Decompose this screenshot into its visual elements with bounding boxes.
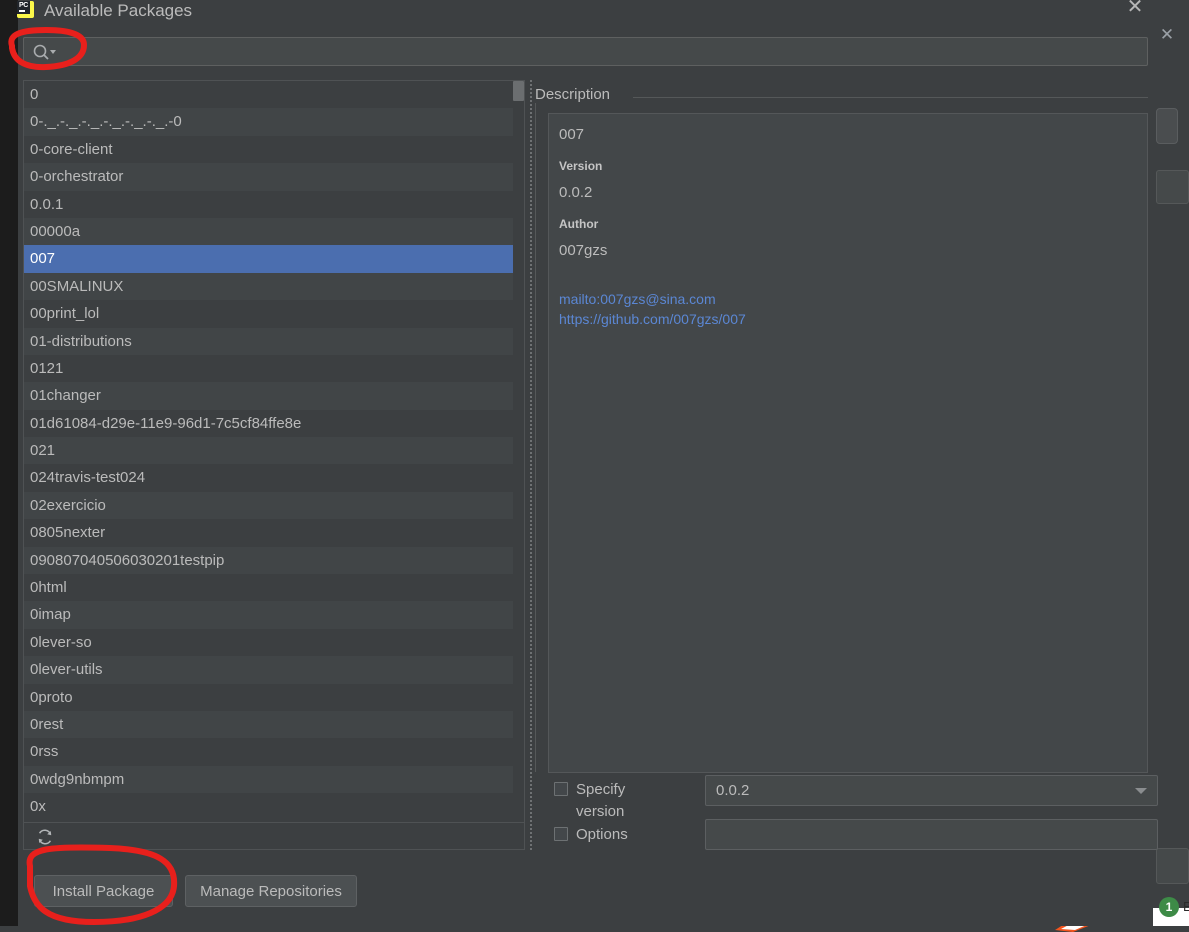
search-input[interactable] bbox=[60, 38, 1140, 65]
package-list-item[interactable]: 02exercicio bbox=[24, 492, 524, 519]
specify-version-label: Specify version bbox=[576, 779, 625, 823]
package-list-item[interactable]: 0html bbox=[24, 574, 524, 601]
package-list-item[interactable]: 0-core-client bbox=[24, 136, 524, 163]
dialog-titlebar: PC Available Packages ✕ bbox=[18, 0, 1153, 26]
package-list-item[interactable]: 0imap bbox=[24, 601, 524, 628]
splitter-grip bbox=[530, 80, 532, 850]
description-legend: Description bbox=[535, 86, 618, 103]
description-pane: Description 007 Version 0.0.2 Author 007… bbox=[535, 80, 1148, 772]
pane-splitter[interactable] bbox=[527, 80, 535, 850]
options-input[interactable] bbox=[705, 819, 1158, 850]
pycharm-icon-label: PC bbox=[17, 1, 30, 14]
status-bar-letter: E bbox=[1183, 899, 1189, 914]
desktop-left-strip bbox=[0, 0, 18, 926]
options-label: Options bbox=[576, 824, 628, 846]
specify-version-checkbox[interactable] bbox=[554, 782, 568, 796]
description-version-value: 0.0.2 bbox=[559, 184, 1137, 201]
refresh-icon[interactable] bbox=[36, 828, 54, 846]
background-panel-lower bbox=[1156, 848, 1189, 884]
description-author-value: 007gzs bbox=[559, 242, 1137, 259]
package-list-item[interactable]: 0rss bbox=[24, 738, 524, 765]
package-list-toolbar bbox=[23, 822, 525, 850]
package-list-item[interactable]: 01changer bbox=[24, 382, 524, 409]
description-version-label: Version bbox=[559, 159, 1137, 173]
package-list-item[interactable]: 0.0.1 bbox=[24, 191, 524, 218]
manage-repositories-button[interactable]: Manage Repositories bbox=[185, 875, 357, 907]
package-list-item[interactable]: 0wdg9nbmpm bbox=[24, 766, 524, 793]
package-list-item[interactable]: 0 bbox=[24, 81, 524, 108]
description-body: 007 Version 0.0.2 Author 007gzs mailto:0… bbox=[548, 113, 1148, 773]
package-list-item[interactable]: 00000a bbox=[24, 218, 524, 245]
description-border bbox=[535, 92, 536, 772]
version-select[interactable]: 0.0.2 bbox=[705, 775, 1158, 806]
package-list-item[interactable]: 0121 bbox=[24, 355, 524, 382]
package-list-item[interactable]: 01d61084-d29e-11e9-96d1-7c5cf84ffe8e bbox=[24, 410, 524, 437]
package-list-item[interactable]: 090807040506030201testpip bbox=[24, 547, 524, 574]
description-package-name: 007 bbox=[559, 126, 1137, 143]
package-list-item[interactable]: 0805nexter bbox=[24, 519, 524, 546]
package-list-item[interactable]: 0-orchestrator bbox=[24, 163, 524, 190]
chevron-down-icon bbox=[1135, 788, 1147, 794]
page-title: Available Packages bbox=[44, 0, 192, 22]
background-tool-tab[interactable] bbox=[1156, 108, 1178, 144]
background-close-icon[interactable]: ✕ bbox=[1158, 26, 1176, 44]
package-list-item[interactable]: 01-distributions bbox=[24, 328, 524, 355]
package-list-item[interactable]: 021 bbox=[24, 437, 524, 464]
description-homepage-link[interactable]: https://github.com/007gzs/007 bbox=[559, 309, 1137, 329]
description-author-label: Author bbox=[559, 217, 1137, 231]
package-list-item[interactable]: 0proto bbox=[24, 684, 524, 711]
package-list-item[interactable]: 0-._.-._.-._.-._.-._.-._.-0 bbox=[24, 108, 524, 135]
notification-badge[interactable]: 1 bbox=[1159, 897, 1179, 917]
search-icon[interactable] bbox=[32, 43, 58, 61]
package-list-item[interactable]: 0x bbox=[24, 793, 524, 820]
package-list-item[interactable]: 0rest bbox=[24, 711, 524, 738]
pycharm-icon: PC bbox=[17, 1, 34, 18]
search-field[interactable] bbox=[23, 37, 1148, 66]
package-list-item[interactable]: 007 bbox=[24, 245, 524, 272]
install-package-button[interactable]: Install Package bbox=[34, 875, 173, 907]
package-list-item[interactable]: 00SMALINUX bbox=[24, 273, 524, 300]
description-legend-line bbox=[633, 97, 1148, 98]
package-list-item[interactable]: 0lever-utils bbox=[24, 656, 524, 683]
close-icon[interactable]: ✕ bbox=[1121, 0, 1149, 21]
options-checkbox[interactable] bbox=[554, 827, 568, 841]
version-select-value: 0.0.2 bbox=[716, 776, 749, 805]
description-mailto-link[interactable]: mailto:007gzs@sina.com bbox=[559, 289, 1137, 309]
package-list-item[interactable]: 00print_lol bbox=[24, 300, 524, 327]
package-list-scroll-track[interactable] bbox=[513, 81, 524, 838]
pycharm-icon-bar bbox=[19, 10, 25, 12]
available-packages-dialog: PC Available Packages ✕ 00-._.-._.-._.-.… bbox=[18, 0, 1153, 926]
description-links: mailto:007gzs@sina.com https://github.co… bbox=[559, 289, 1137, 329]
package-list-scrollbar[interactable] bbox=[513, 81, 524, 101]
package-list-item[interactable]: 0lever-so bbox=[24, 629, 524, 656]
package-list[interactable]: 00-._.-._.-._.-._.-._.-._.-00-core-clien… bbox=[23, 80, 525, 850]
package-list-item[interactable]: 024travis-test024 bbox=[24, 464, 524, 491]
background-panel-upper bbox=[1156, 170, 1189, 204]
